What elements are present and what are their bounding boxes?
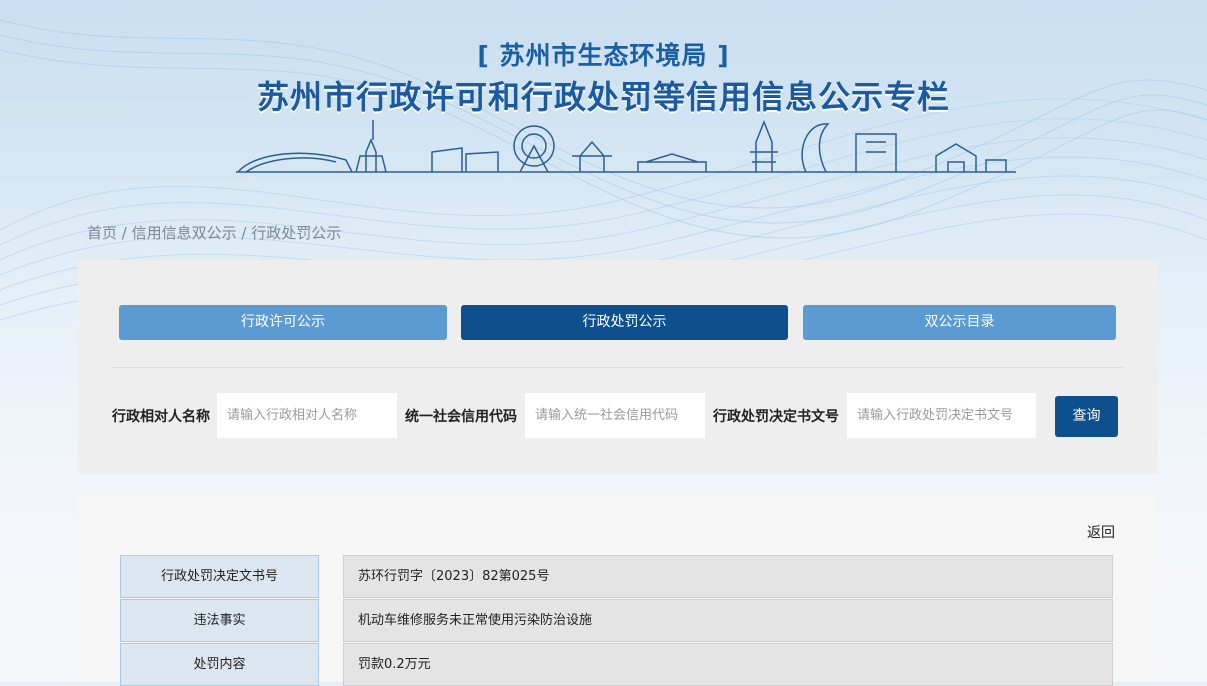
tab-admin-penalty[interactable]: 行政处罚公示	[461, 305, 788, 340]
field-key: 处罚内容	[120, 643, 319, 686]
search-panel: 行政许可公示 行政处罚公示 双公示目录 行政相对人名称 统一社会信用代码 行政处…	[78, 260, 1158, 474]
agency-subtitle: [ 苏州市生态环境局 ]	[477, 41, 730, 70]
name-input[interactable]	[217, 393, 397, 438]
tab-admin-license[interactable]: 行政许可公示	[119, 305, 447, 340]
name-label: 行政相对人名称	[112, 409, 210, 425]
decision-doc-label: 行政处罚决定书文号	[713, 409, 839, 425]
credit-code-label: 统一社会信用代码	[405, 409, 517, 425]
breadcrumb-credit-info[interactable]: 信用信息双公示	[132, 224, 237, 242]
breadcrumb-separator: /	[236, 224, 252, 242]
breadcrumb-home[interactable]: 首页	[87, 224, 117, 242]
decision-doc-input[interactable]	[847, 393, 1036, 438]
breadcrumb-separator: /	[117, 224, 132, 242]
breadcrumb-current: 行政处罚公示	[251, 224, 342, 242]
divider	[111, 367, 1123, 368]
field-value: 罚款0.2万元	[343, 643, 1113, 686]
back-link[interactable]: 返回	[1087, 522, 1115, 542]
city-skyline-icon	[236, 119, 1016, 173]
breadcrumb: 首页 / 信用信息双公示 / 行政处罚公示	[87, 222, 341, 243]
credit-code-input[interactable]	[525, 393, 705, 438]
tab-dual-catalog[interactable]: 双公示目录	[803, 305, 1116, 340]
detail-panel: 返回 行政处罚决定文书号 苏环行罚字〔2023〕82第025号 违法事实 机动车…	[78, 493, 1158, 686]
field-value: 机动车维修服务未正常使用污染防治设施	[343, 599, 1113, 642]
field-value: 苏环行罚字〔2023〕82第025号	[343, 555, 1113, 598]
field-key: 行政处罚决定文书号	[120, 555, 319, 598]
field-key: 违法事实	[120, 599, 319, 642]
query-button[interactable]: 查询	[1055, 396, 1118, 437]
